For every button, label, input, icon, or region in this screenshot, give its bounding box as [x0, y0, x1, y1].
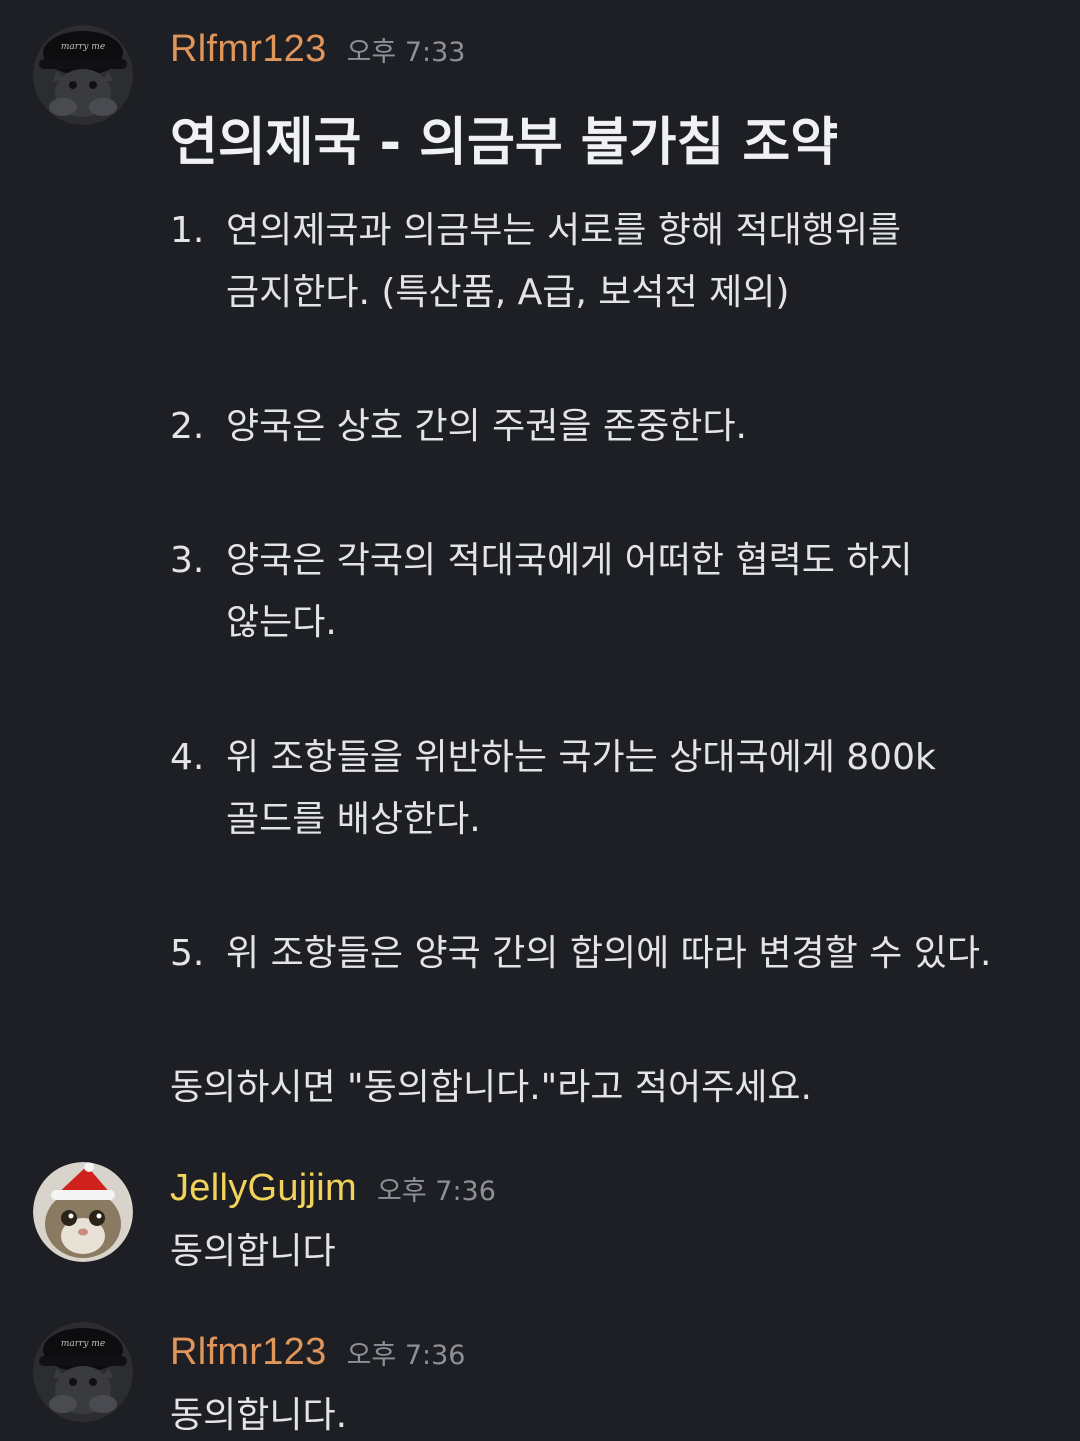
- svg-text:marry me: marry me: [61, 42, 105, 52]
- clause-number: 4.: [170, 737, 205, 778]
- clause-line: 위 조항들을 위반하는 국가는 상대국에게 800k: [226, 737, 936, 778]
- cat-with-black-hat-avatar-icon: marry me: [33, 25, 133, 125]
- avatar[interactable]: [33, 1162, 133, 1262]
- clause-number: 1.: [170, 210, 205, 251]
- clause-line: 금지한다. (특산품, A급, 보석전 제외): [226, 272, 790, 313]
- clause-number: 2.: [170, 406, 205, 447]
- clause-number: 5.: [170, 933, 205, 974]
- treaty-footer: 동의하시면 "동의합니다."라고 적어주세요.: [170, 1067, 812, 1108]
- timestamp: 오후 7:36: [377, 1176, 496, 1207]
- avatar[interactable]: marry me: [33, 25, 133, 125]
- username[interactable]: Rlfmr123: [170, 1331, 327, 1373]
- svg-text:marry me: marry me: [61, 1339, 105, 1349]
- message-header: JellyGujjim 오후 7:36: [170, 1167, 496, 1210]
- message-text: 동의합니다.: [170, 1395, 348, 1436]
- clause-line: 않는다.: [226, 602, 337, 643]
- timestamp: 오후 7:33: [346, 37, 466, 68]
- cat-with-santa-hat-avatar-icon: [33, 1162, 133, 1262]
- clause-number: 3.: [170, 540, 205, 581]
- message-text: 동의합니다: [170, 1231, 336, 1272]
- avatar[interactable]: marry me: [33, 1322, 133, 1422]
- clause-line: 골드를 배상한다.: [226, 799, 481, 840]
- message-header: Rlfmr123 오후 7:33: [170, 28, 465, 71]
- clause-line: 양국은 상호 간의 주권을 존중한다.: [226, 406, 747, 447]
- cat-with-black-hat-avatar-icon: marry me: [33, 1322, 133, 1422]
- timestamp: 오후 7:36: [346, 1340, 466, 1371]
- message-header: Rlfmr123 오후 7:36: [170, 1331, 465, 1374]
- clause-line: 양국은 각국의 적대국에게 어떠한 협력도 하지: [226, 540, 913, 581]
- username[interactable]: JellyGujjim: [170, 1167, 357, 1209]
- treaty-title: 연의제국 - 의금부 불가침 조약: [170, 113, 839, 173]
- clause-line: 위 조항들은 양국 간의 합의에 따라 변경할 수 있다.: [226, 933, 992, 974]
- clause-line: 연의제국과 의금부는 서로를 향해 적대행위를: [226, 210, 902, 251]
- username[interactable]: Rlfmr123: [170, 28, 327, 70]
